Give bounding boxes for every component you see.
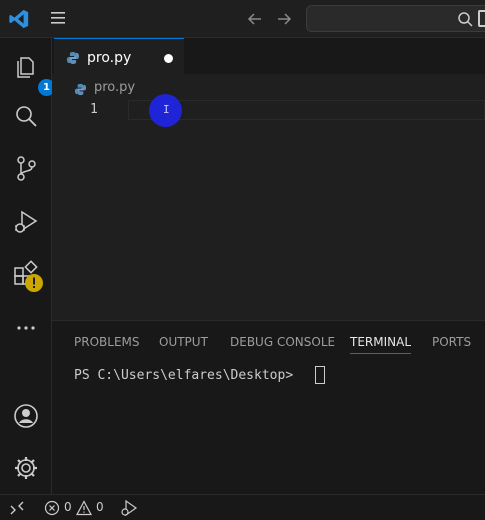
error-count[interactable]: 0 <box>64 500 72 514</box>
python-file-icon <box>74 83 87 96</box>
search-extra-icon <box>478 10 485 27</box>
files-icon <box>17 57 34 78</box>
editor-tab-pro-py[interactable]: pro.py <box>54 38 184 76</box>
activity-run-debug[interactable] <box>12 208 40 236</box>
panel-tab-ports[interactable]: PORTS <box>432 335 471 349</box>
warning-count[interactable]: 0 <box>96 500 104 514</box>
account-icon <box>14 404 38 428</box>
arrow-right-icon[interactable] <box>274 9 294 29</box>
search-icon <box>16 106 37 127</box>
panel-tab-terminal[interactable]: TERMINAL <box>350 335 412 354</box>
status-bar: 0 0 <box>0 494 485 520</box>
editor-tab-bar: pro.py <box>52 38 485 76</box>
activity-manage[interactable] <box>12 454 40 482</box>
text-cursor-icon: I <box>163 103 170 116</box>
ellipsis-icon <box>17 326 35 330</box>
terminal-prompt[interactable]: PS C:\Users\elfares\Desktop> <box>74 368 301 383</box>
unsaved-dot-icon[interactable] <box>164 54 173 63</box>
command-center-search[interactable] <box>306 5 485 32</box>
warning-icon[interactable] <box>76 500 92 516</box>
bottom-panel: PROBLEMS OUTPUT DEBUG CONSOLE TERMINAL P… <box>52 320 485 494</box>
panel-tab-debug-console[interactable]: DEBUG CONSOLE <box>230 335 335 349</box>
hamburger-menu-icon[interactable] <box>50 11 66 25</box>
breadcrumb-file: pro.py <box>94 80 136 95</box>
terminal-cursor <box>315 366 325 384</box>
vscode-logo-icon[interactable] <box>8 8 30 30</box>
python-file-icon <box>67 52 79 64</box>
gear-icon <box>15 457 37 479</box>
search-icon <box>458 12 473 27</box>
run-debug-icon <box>15 210 38 233</box>
activity-more[interactable] <box>12 314 40 342</box>
tab-label: pro.py <box>87 50 132 66</box>
line-number: 1 <box>90 102 98 117</box>
activity-explorer[interactable]: 1 <box>12 52 55 96</box>
warning-icon <box>25 274 43 292</box>
activity-search[interactable] <box>12 102 40 130</box>
debug-icon[interactable] <box>120 499 138 517</box>
error-icon[interactable] <box>44 500 60 516</box>
activity-source-control[interactable] <box>12 154 40 182</box>
activity-accounts[interactable] <box>12 402 40 430</box>
mouse-cursor-highlight: I <box>149 94 182 127</box>
activity-bar: 1 <box>0 38 55 494</box>
panel-tab-output[interactable]: OUTPUT <box>159 335 208 349</box>
editor-area: pro.py pro.py 1 I <box>52 38 485 320</box>
source-control-icon <box>17 156 36 181</box>
panel-tab-problems[interactable]: PROBLEMS <box>74 335 140 349</box>
remote-icon[interactable] <box>9 500 25 516</box>
title-bar <box>0 0 485 38</box>
arrow-left-icon[interactable] <box>245 9 265 29</box>
